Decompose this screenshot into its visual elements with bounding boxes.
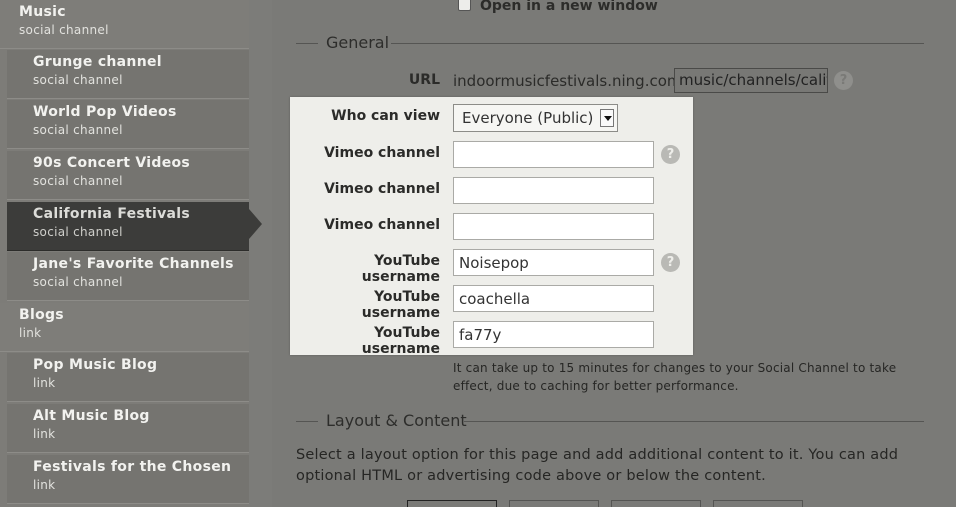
- general-section-title: General: [326, 33, 390, 52]
- active-item-pointer: [249, 209, 262, 239]
- sidebar-item-subtitle: social channel: [33, 123, 123, 137]
- sidebar-item-world-pop-videos[interactable]: World Pop Videos social channel: [7, 100, 249, 149]
- vimeo-channel-input-3[interactable]: [453, 213, 654, 240]
- sidebar-item-title: 90s Concert Videos: [33, 155, 191, 171]
- youtube-username-input-1[interactable]: Noisepop: [453, 249, 654, 276]
- sidebar-item-janes-favorite-channels[interactable]: Jane's Favorite Channels social channel: [7, 252, 249, 301]
- open-new-window-label: Open in a new window: [480, 0, 658, 14]
- section-divider: [391, 43, 924, 44]
- sidebar-item-90s-concert-videos[interactable]: 90s Concert Videos social channel: [7, 151, 249, 200]
- youtube-username-input-2[interactable]: coachella: [453, 285, 654, 312]
- open-new-window-checkbox[interactable]: [458, 0, 471, 11]
- sidebar-item-title: Blogs: [19, 307, 64, 323]
- url-help-icon[interactable]: ?: [834, 71, 853, 90]
- url-label: URL: [408, 72, 440, 88]
- sidebar-item-subtitle: link: [33, 478, 56, 492]
- vimeo-channel-input-1[interactable]: [453, 141, 654, 168]
- who-can-view-select[interactable]: Everyone (Public): [453, 104, 618, 132]
- sidebar-item-california-festivals[interactable]: California Festivals social channel: [7, 202, 249, 251]
- sidebar: Music social channel Grunge channel soci…: [0, 0, 249, 507]
- sidebar-item-title: Grunge channel: [33, 54, 162, 70]
- open-new-window-option[interactable]: Open in a new window: [458, 0, 658, 14]
- sidebar-item-title: Jane's Favorite Channels: [33, 256, 234, 272]
- section-divider: [296, 421, 318, 422]
- sidebar-item-subtitle: link: [33, 427, 56, 441]
- layout-option-2[interactable]: [509, 500, 599, 507]
- sidebar-item-subtitle: link: [19, 326, 42, 340]
- url-slug-input[interactable]: music/channels/california-festivals: [674, 68, 828, 93]
- vimeo-channel-label: Vimeo channel: [324, 181, 440, 197]
- sidebar-item-title: Festivals for the Chosen: [33, 459, 232, 475]
- layout-option-1[interactable]: [407, 500, 497, 507]
- layout-description: Select a layout option for this page and…: [296, 447, 899, 484]
- sidebar-item-subtitle: social channel: [19, 23, 109, 37]
- section-divider: [296, 43, 318, 44]
- layout-option-3[interactable]: [611, 500, 701, 507]
- sidebar-item-music[interactable]: Music social channel: [0, 0, 249, 49]
- layout-content-section-title: Layout & Content: [326, 411, 467, 430]
- youtube-help-icon[interactable]: ?: [661, 253, 680, 272]
- vimeo-channel-label: Vimeo channel: [324, 217, 440, 233]
- sidebar-item-title: Pop Music Blog: [33, 357, 158, 373]
- sidebar-item-title: World Pop Videos: [33, 104, 177, 120]
- vimeo-channel-input-2[interactable]: [453, 177, 654, 204]
- sidebar-item-subtitle: social channel: [33, 225, 123, 239]
- sidebar-item-blogs[interactable]: Blogs link: [0, 303, 249, 352]
- sidebar-item-title: Alt Music Blog: [33, 408, 150, 424]
- sidebar-item-alt-music-blog[interactable]: Alt Music Blog link: [7, 404, 249, 453]
- youtube-username-label: YouTube username: [361, 289, 440, 321]
- section-divider: [464, 421, 924, 422]
- caching-note: It can take up to 15 minutes for changes…: [453, 361, 897, 393]
- sidebar-item-subtitle: link: [33, 376, 56, 390]
- youtube-username-input-3[interactable]: fa77y: [453, 321, 654, 348]
- sidebar-item-title: California Festivals: [33, 206, 191, 222]
- sidebar-item-subtitle: social channel: [33, 174, 123, 188]
- sidebar-item-subtitle: social channel: [33, 73, 123, 87]
- vimeo-channel-label: Vimeo channel: [324, 145, 440, 161]
- chevron-down-icon[interactable]: [600, 109, 614, 127]
- who-can-view-label: Who can view: [331, 108, 440, 124]
- sidebar-item-title: Music: [19, 4, 66, 20]
- sidebar-item-festivals-for-the-chosen[interactable]: Festivals for the Chosen link: [7, 455, 249, 504]
- sidebar-item-grunge-channel[interactable]: Grunge channel social channel: [7, 50, 249, 99]
- sidebar-item-pop-music-blog[interactable]: Pop Music Blog link: [7, 353, 249, 402]
- youtube-username-label: YouTube username: [361, 325, 440, 357]
- youtube-username-label: YouTube username: [361, 253, 440, 285]
- sidebar-item-subtitle: social channel: [33, 275, 123, 289]
- layout-option-4[interactable]: [713, 500, 803, 507]
- url-prefix: indoormusicfestivals.ning.com/: [453, 72, 687, 90]
- who-can-view-value: Everyone (Public): [462, 109, 594, 127]
- vimeo-help-icon[interactable]: ?: [661, 145, 680, 164]
